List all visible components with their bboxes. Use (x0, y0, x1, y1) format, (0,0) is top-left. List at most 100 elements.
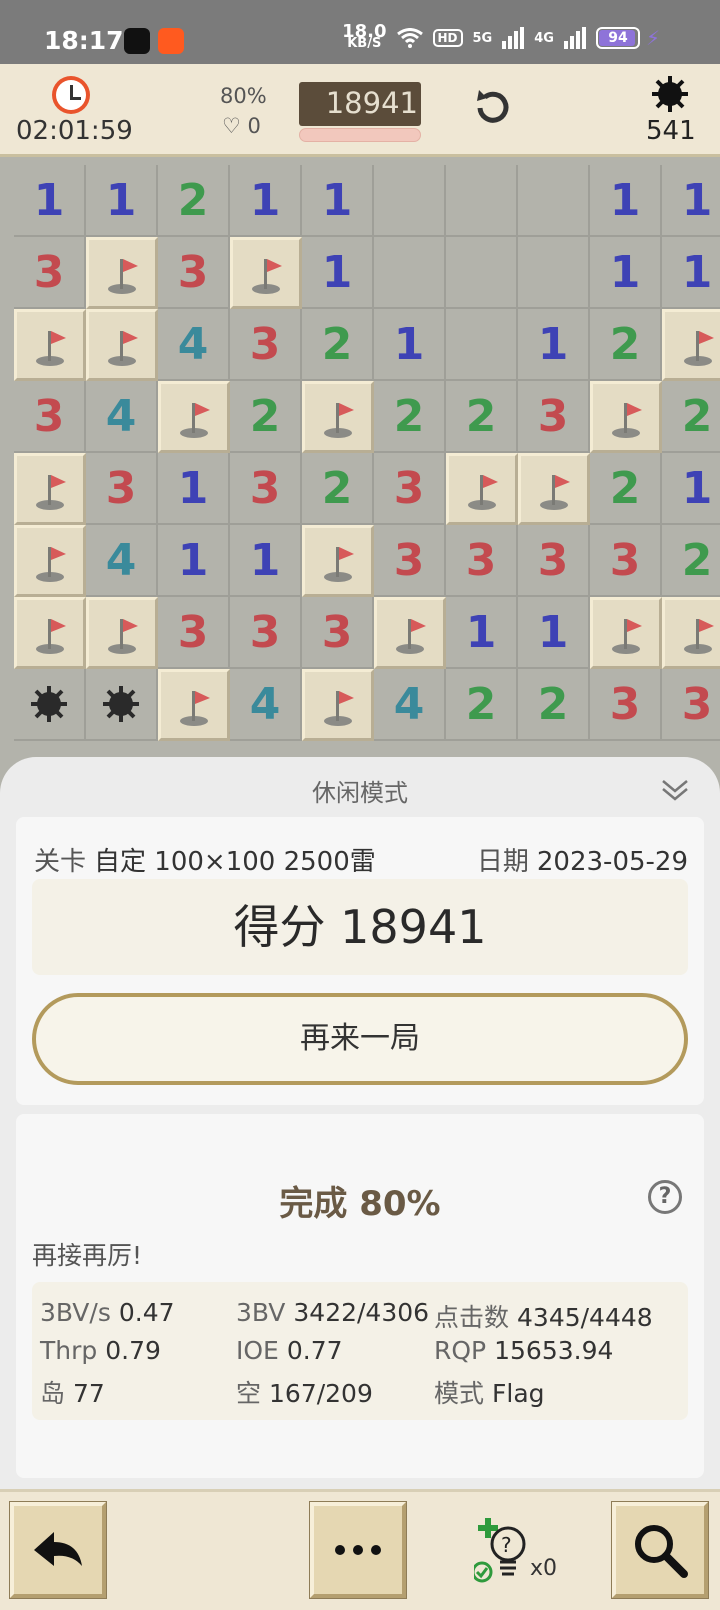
number-cell[interactable]: 4 (86, 525, 158, 597)
mine-cell[interactable] (86, 669, 158, 741)
number-cell[interactable]: 3 (230, 453, 302, 525)
flagged-cell[interactable] (590, 597, 662, 669)
number-cell[interactable]: 2 (518, 669, 590, 741)
flagged-cell[interactable] (302, 525, 374, 597)
flagged-cell[interactable] (446, 453, 518, 525)
number-cell[interactable]: 3 (590, 525, 662, 597)
number-cell[interactable]: 1 (518, 309, 590, 381)
number-cell[interactable]: 1 (662, 165, 720, 237)
number-cell[interactable]: 3 (86, 453, 158, 525)
number-cell[interactable]: 1 (662, 237, 720, 309)
number-cell[interactable]: 3 (14, 237, 86, 309)
flag-icon (108, 619, 138, 654)
empty-cell[interactable] (518, 165, 590, 237)
flagged-cell[interactable] (230, 237, 302, 309)
number-cell[interactable]: 4 (158, 309, 230, 381)
more-button[interactable] (310, 1502, 406, 1598)
number-cell[interactable]: 2 (302, 309, 374, 381)
number-cell[interactable]: 3 (158, 237, 230, 309)
play-again-button[interactable]: 再来一局 (32, 993, 688, 1085)
number-cell[interactable]: 1 (158, 525, 230, 597)
back-button[interactable] (10, 1502, 106, 1598)
search-button[interactable] (612, 1502, 708, 1598)
restart-icon[interactable] (470, 86, 514, 130)
number-cell[interactable]: 2 (302, 453, 374, 525)
flagged-cell[interactable] (14, 453, 86, 525)
stats-panel: 3BV/s 0.47 3BV 3422/4306 点击数 4345/4448 Thrp… (32, 1282, 688, 1420)
number-cell[interactable]: 2 (374, 381, 446, 453)
number-cell[interactable]: 1 (590, 165, 662, 237)
chevron-down-icon[interactable] (660, 775, 690, 803)
number-cell[interactable]: 3 (446, 525, 518, 597)
number-cell[interactable]: 3 (374, 453, 446, 525)
number-cell[interactable]: 2 (158, 165, 230, 237)
number-cell[interactable]: 1 (86, 165, 158, 237)
number-cell[interactable]: 2 (446, 669, 518, 741)
flagged-cell[interactable] (14, 309, 86, 381)
tiktok-icon (124, 28, 150, 54)
heart-icon: ♡ (222, 114, 241, 138)
number-cell[interactable]: 2 (590, 309, 662, 381)
number-cell[interactable]: 3 (590, 669, 662, 741)
number-cell[interactable]: 1 (662, 453, 720, 525)
flag-icon (396, 619, 426, 654)
flagged-cell[interactable] (662, 597, 720, 669)
flagged-cell[interactable] (158, 669, 230, 741)
empty-cell[interactable] (374, 237, 446, 309)
level-value: 自定 100×100 2500雷 (94, 847, 376, 877)
number-cell[interactable]: 3 (302, 597, 374, 669)
number-cell[interactable]: 1 (590, 237, 662, 309)
number-cell[interactable]: 2 (662, 525, 720, 597)
hint-bulb-icon[interactable]: ? (474, 1514, 564, 1594)
number-cell[interactable]: 2 (446, 381, 518, 453)
help-icon[interactable]: ? (648, 1180, 682, 1214)
number-cell[interactable]: 1 (230, 165, 302, 237)
flagged-cell[interactable] (86, 237, 158, 309)
flagged-cell[interactable] (590, 381, 662, 453)
flagged-cell[interactable] (302, 381, 374, 453)
flagged-cell[interactable] (86, 597, 158, 669)
flagged-cell[interactable] (86, 309, 158, 381)
flagged-cell[interactable] (662, 309, 720, 381)
empty-cell[interactable] (518, 237, 590, 309)
number-cell[interactable]: 1 (374, 309, 446, 381)
number-cell[interactable]: 1 (230, 525, 302, 597)
number-cell[interactable]: 1 (302, 237, 374, 309)
number-cell[interactable]: 1 (302, 165, 374, 237)
flagged-cell[interactable] (14, 597, 86, 669)
number-cell[interactable]: 3 (662, 669, 720, 741)
number-cell[interactable]: 2 (230, 381, 302, 453)
number-cell[interactable]: 4 (230, 669, 302, 741)
signal-4g-label: 4G (534, 30, 554, 46)
empty-cell[interactable] (446, 309, 518, 381)
mine-cell[interactable] (14, 669, 86, 741)
number-cell[interactable]: 1 (14, 165, 86, 237)
number-cell[interactable]: 1 (446, 597, 518, 669)
empty-cell[interactable] (446, 237, 518, 309)
flagged-cell[interactable] (158, 381, 230, 453)
number-cell[interactable]: 4 (374, 669, 446, 741)
number-cell[interactable]: 3 (230, 309, 302, 381)
flagged-cell[interactable] (518, 453, 590, 525)
number-cell[interactable]: 3 (230, 597, 302, 669)
number-cell[interactable]: 2 (662, 381, 720, 453)
number-cell[interactable]: 1 (158, 453, 230, 525)
flagged-cell[interactable] (302, 669, 374, 741)
flagged-cell[interactable] (14, 525, 86, 597)
signal-5g-label: 5G (472, 30, 493, 46)
number-cell[interactable]: 3 (14, 381, 86, 453)
empty-cell[interactable] (446, 165, 518, 237)
number-cell[interactable]: 4 (86, 381, 158, 453)
minefield-board[interactable]: 1121111331114321123422232313232141133332… (0, 157, 720, 757)
number-cell[interactable]: 3 (158, 597, 230, 669)
flagged-cell[interactable] (374, 597, 446, 669)
flag-icon (684, 619, 714, 654)
number-cell[interactable]: 1 (518, 597, 590, 669)
number-cell[interactable]: 3 (518, 525, 590, 597)
number-cell[interactable]: 3 (518, 381, 590, 453)
svg-text:?: ? (501, 1533, 512, 1557)
empty-cell[interactable] (374, 165, 446, 237)
number-cell[interactable]: 3 (374, 525, 446, 597)
hint-count: x0 (530, 1556, 558, 1581)
number-cell[interactable]: 2 (590, 453, 662, 525)
